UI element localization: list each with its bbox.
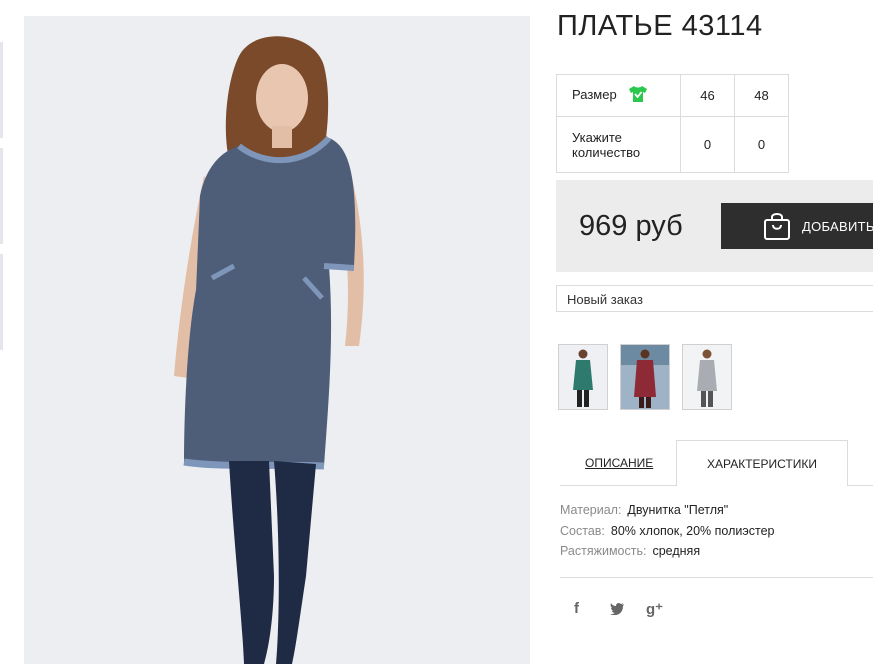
spec-row: Растяжимость: средняя [560, 544, 700, 558]
tab-divider [560, 485, 676, 486]
thumbnail-dress-burgundy[interactable] [620, 344, 670, 410]
size-row: Размер 46 48 [556, 74, 789, 117]
tab-characteristics-label: ХАРАКТЕРИСТИКИ [707, 457, 818, 471]
quantity-label-cell: Укажите количество [556, 116, 681, 173]
order-select-value: Новый заказ [567, 292, 643, 307]
divider [560, 577, 873, 578]
spec-value: 80% хлопок, 20% полиэстер [610, 524, 775, 538]
tshirt-check-icon[interactable] [628, 85, 648, 106]
tab-divider [848, 485, 873, 486]
quantity-48-input[interactable]: 0 [734, 116, 789, 173]
add-to-cart-label: ДОБАВИТЬ [802, 219, 873, 234]
price-panel: 969 руб ДОБАВИТЬ [556, 180, 873, 272]
left-edge-strip [0, 42, 3, 138]
left-edge-strip [0, 254, 3, 350]
spec-key: Состав: [560, 524, 605, 538]
shopping-bag-icon [763, 211, 791, 244]
size-48-cell[interactable]: 48 [734, 74, 789, 117]
add-to-cart-button[interactable]: ДОБАВИТЬ [721, 203, 873, 249]
spec-row: Состав: 80% хлопок, 20% полиэстер [560, 524, 774, 538]
price-value: 969 руб [579, 210, 683, 242]
tab-characteristics[interactable]: ХАРАКТЕРИСТИКИ [676, 440, 848, 486]
quantity-row: Укажите количество 0 0 [556, 116, 789, 173]
size-46-cell[interactable]: 46 [680, 74, 735, 117]
thumbnail-dress-green[interactable] [558, 344, 608, 410]
order-select[interactable]: Новый заказ [556, 285, 873, 312]
product-main-image[interactable] [24, 16, 530, 664]
thumbnail-dress-grey[interactable] [682, 344, 732, 410]
tab-description[interactable]: ОПИСАНИЕ [585, 456, 653, 470]
twitter-icon[interactable] [610, 602, 625, 618]
quantity-label-line2: количество [572, 144, 641, 160]
google-plus-icon[interactable]: g⁺ [646, 600, 663, 618]
spec-row: Материал: Двунитка "Петля" [560, 503, 728, 517]
left-edge-strip [0, 148, 3, 244]
spec-value: средняя [652, 544, 701, 558]
facebook-icon[interactable]: f [574, 600, 579, 617]
quantity-label-line1: Укажите [572, 129, 622, 145]
spec-key: Растяжимость: [560, 544, 647, 558]
spec-value: Двунитка "Петля" [627, 503, 729, 517]
quantity-46-input[interactable]: 0 [680, 116, 735, 173]
size-label: Размер [572, 86, 617, 102]
size-label-cell: Размер [556, 74, 681, 117]
size-quantity-table: Размер 46 48 Укажите количество 0 0 [556, 74, 789, 173]
product-title: ПЛАТЬЕ 43114 [557, 10, 763, 42]
spec-key: Материал: [560, 503, 622, 517]
